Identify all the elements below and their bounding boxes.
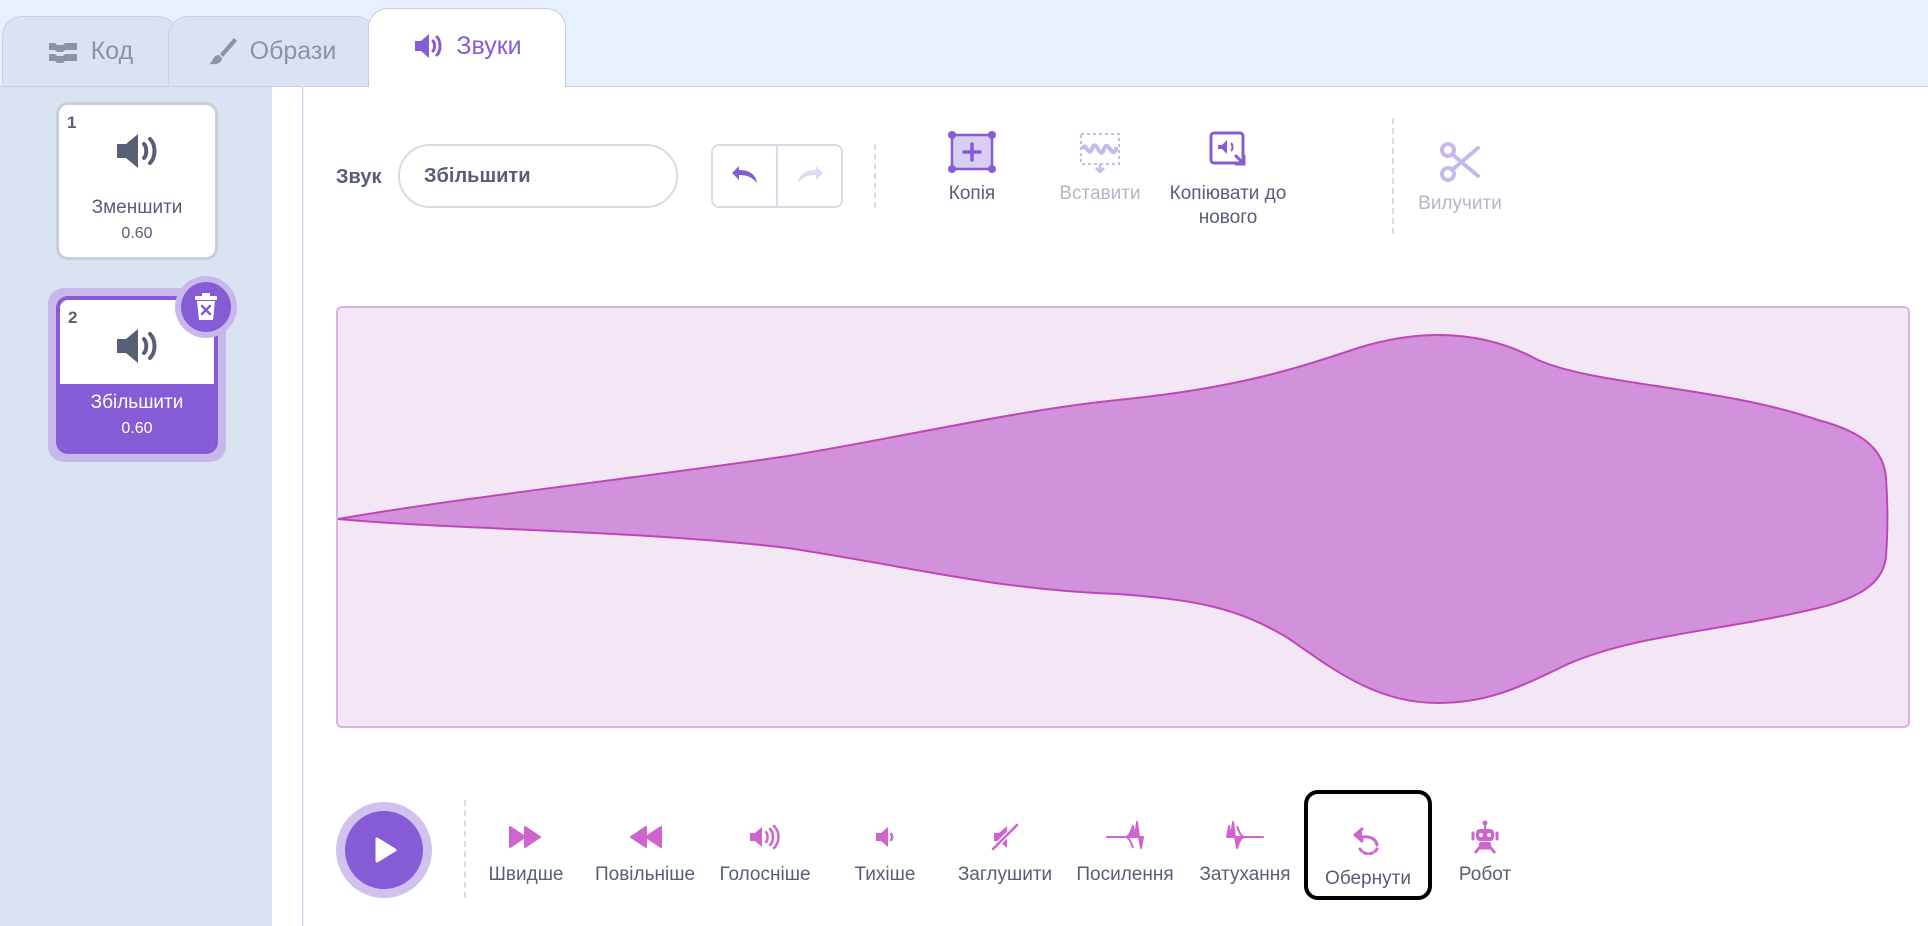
copy-icon — [946, 128, 998, 176]
undo-button[interactable] — [713, 146, 776, 206]
volume-down-icon — [870, 814, 900, 860]
redo-icon — [794, 162, 826, 191]
trash-icon — [181, 282, 231, 332]
effect-robot-button[interactable]: Робот — [1426, 810, 1544, 894]
paintbrush-icon — [208, 36, 238, 68]
copy-button[interactable]: Копія — [920, 128, 1024, 206]
sound-item-duration: 0.60 — [121, 225, 153, 242]
rewind-icon — [627, 814, 663, 860]
sound-item-number: 1 — [67, 113, 77, 132]
scissors-icon — [1438, 138, 1482, 186]
tab-costumes-label: Образи — [249, 37, 337, 65]
paste-button[interactable]: Вставити — [1050, 128, 1150, 206]
effects-divider — [464, 800, 466, 898]
sound-name-input[interactable] — [398, 144, 678, 208]
editor-tabs: Код Образи Звуки — [0, 0, 1928, 87]
delete-tool-button[interactable]: Вилучити — [1410, 138, 1510, 216]
tab-costumes[interactable]: Образи — [168, 16, 376, 86]
play-icon — [345, 811, 423, 889]
copy-to-new-label-line1: Копіювати до — [1169, 183, 1287, 204]
effect-faster-button[interactable]: Швидше — [467, 810, 585, 894]
waveform — [338, 334, 1889, 705]
effect-fade-out-label: Затухання — [1199, 864, 1291, 885]
tab-code[interactable]: Код — [2, 16, 178, 86]
delete-tool-label: Вилучити — [1418, 193, 1502, 214]
effect-slower-label: Повільніше — [594, 864, 696, 885]
effect-fade-in-button[interactable]: Посилення — [1066, 810, 1184, 894]
effect-reverse-button[interactable]: Обернути — [1304, 790, 1432, 900]
speaker-icon — [113, 129, 161, 173]
robot-icon — [1469, 814, 1501, 860]
effect-fade-out-button[interactable]: Затухання — [1186, 810, 1304, 894]
speaker-icon — [113, 324, 161, 368]
code-blocks-icon — [47, 40, 79, 64]
volume-up-icon — [747, 814, 783, 860]
speaker-icon — [412, 32, 444, 60]
effect-faster-label: Швидше — [488, 864, 564, 885]
copy-label: Копія — [948, 183, 996, 204]
tab-code-label: Код — [90, 37, 134, 65]
paste-label: Вставити — [1059, 183, 1141, 204]
copy-to-new-button[interactable]: Копіювати до нового — [1160, 128, 1296, 230]
sound-item-name: Збільшити — [90, 392, 184, 413]
undo-icon — [729, 162, 761, 191]
tab-sounds-label: Звуки — [456, 31, 522, 60]
paste-icon — [1076, 128, 1124, 176]
fade-out-icon — [1225, 814, 1265, 860]
waveform-panel[interactable] — [336, 306, 1910, 728]
sound-item-footer: Збільшити 0.60 — [60, 384, 214, 450]
effect-softer-label: Тихіше — [854, 864, 916, 885]
effect-louder-label: Голосніше — [719, 864, 811, 885]
mute-icon — [989, 814, 1021, 860]
sound-list-scroll-gutter — [272, 86, 303, 926]
copy-to-new-icon — [1206, 128, 1250, 176]
sound-name-label: Звук — [336, 166, 382, 188]
effect-louder-button[interactable]: Голосніше — [706, 810, 824, 894]
sound-item-name: Зменшити — [91, 197, 183, 218]
reverse-icon — [1352, 818, 1384, 864]
sound-item-number: 2 — [68, 308, 78, 327]
effect-mute-label: Заглушити — [957, 864, 1053, 885]
sound-item-duration: 0.60 — [121, 420, 153, 437]
effect-mute-button[interactable]: Заглушити — [946, 810, 1064, 894]
fast-forward-icon — [508, 814, 544, 860]
toolbar-divider — [874, 144, 876, 208]
fade-in-icon — [1105, 814, 1145, 860]
sound-item-1[interactable]: 1 Зменшити 0.60 — [56, 102, 218, 260]
toolbar-divider — [1392, 118, 1394, 234]
effect-fade-in-label: Посилення — [1076, 864, 1174, 885]
copy-to-new-label-line2: нового — [1198, 207, 1258, 228]
effect-reverse-label: Обернути — [1325, 868, 1411, 889]
effect-robot-label: Робот — [1458, 864, 1512, 885]
redo-button[interactable] — [776, 146, 841, 206]
delete-sound-button[interactable] — [175, 276, 237, 338]
play-button[interactable] — [336, 802, 432, 898]
effect-softer-button[interactable]: Тихіше — [826, 810, 944, 894]
effect-slower-button[interactable]: Повільніше — [586, 810, 704, 894]
tab-sounds[interactable]: Звуки — [368, 8, 566, 87]
undo-redo-group — [711, 144, 843, 208]
